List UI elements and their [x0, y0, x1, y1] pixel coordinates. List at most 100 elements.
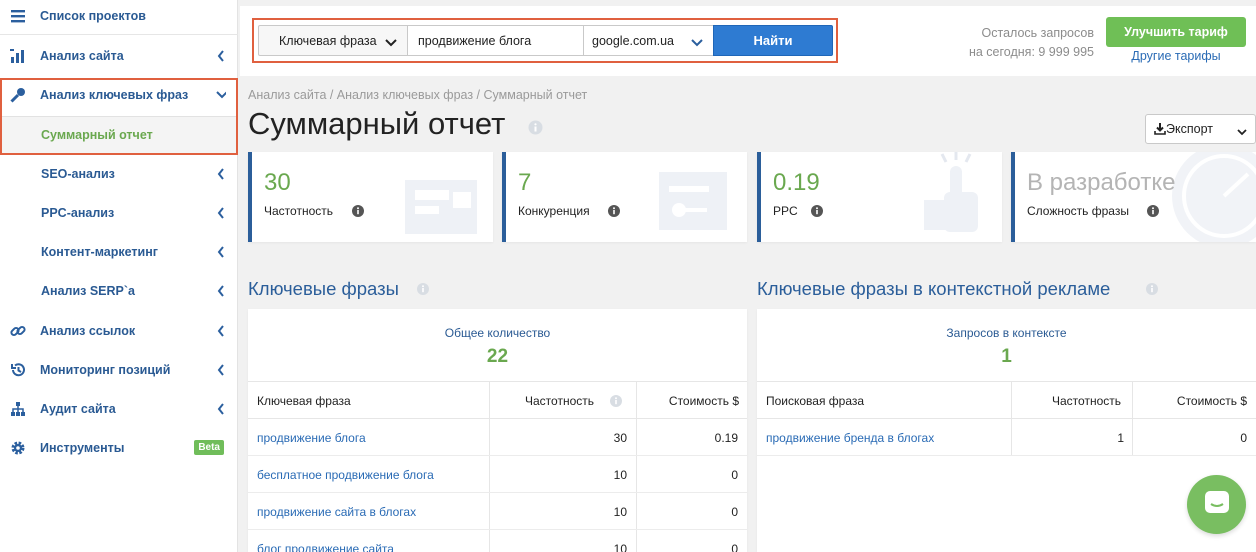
frequency-cell: 10	[613, 467, 627, 482]
column-header-cost[interactable]: Стоимость $	[669, 382, 739, 419]
gear-icon	[8, 438, 28, 458]
chevron-left-icon	[216, 167, 226, 181]
sidebar-item-label: Список проектов	[40, 8, 146, 23]
sidebar-item-label: Контент-маркетинг	[41, 244, 158, 259]
sidebar-item-label: Анализ ключевых фраз	[40, 87, 189, 102]
chevron-left-icon	[216, 49, 226, 63]
sidebar-item-position-monitoring[interactable]: Мониторинг позиций	[0, 350, 238, 389]
chat-widget-button[interactable]	[1187, 475, 1246, 534]
sidebar-item-summary-report[interactable]: Суммарный отчет	[2, 116, 236, 153]
browser-illustration-icon	[405, 180, 477, 234]
sidebar-item-label: Мониторинг позиций	[40, 362, 171, 377]
sidebar-item-ppc-analysis[interactable]: PPC-анализ	[0, 193, 238, 232]
chat-icon	[1203, 489, 1231, 520]
column-header-frequency[interactable]: Частотность	[1052, 382, 1121, 419]
upgrade-plan-button[interactable]: Улучшить тариф	[1106, 17, 1246, 47]
frequency-cell: 30	[613, 430, 627, 445]
sidebar-item-site-analysis[interactable]: Анализ сайта	[0, 36, 238, 75]
sidebar-item-projects[interactable]: Список проектов	[0, 0, 238, 35]
column-header-cost[interactable]: Стоимость $	[1177, 382, 1247, 419]
sidebar-item-seo-analysis[interactable]: SEO-анализ	[0, 154, 238, 193]
table-header: Ключевая фраза Частотность Стоимость $	[248, 381, 747, 419]
sidebar-item-content-marketing[interactable]: Контент-маркетинг	[0, 232, 238, 271]
sitemap-icon	[8, 399, 28, 419]
chevron-left-icon	[216, 284, 226, 298]
sidebar: Список проектов Анализ сайта Анализ ключ…	[0, 0, 238, 552]
table-row: продвижение бренда в блогах 1 0	[757, 419, 1256, 456]
keyword-link[interactable]: продвижение бренда в блогах	[766, 419, 934, 456]
search-engine-value: google.com.ua	[592, 33, 675, 48]
context-count-value: 1	[1001, 346, 1012, 367]
ppc-panel: Запросов в контексте 1 Поисковая фраза Ч…	[757, 309, 1256, 552]
metric-card-ppc: 0.19 PPC	[757, 152, 1002, 242]
history-icon	[8, 360, 28, 380]
cost-cell: 0	[731, 504, 738, 519]
total-count-value: 22	[486, 346, 509, 367]
info-icon[interactable]	[610, 395, 622, 410]
info-icon[interactable]	[608, 205, 620, 220]
metric-value: В разработке	[1027, 169, 1176, 196]
search-mode-select[interactable]: Ключевая фраза	[258, 25, 408, 56]
ppc-section-title: Ключевые фразы в контекстной рекламе	[757, 278, 1111, 299]
search-input[interactable]	[407, 25, 584, 56]
list-icon	[8, 6, 28, 26]
table-row: бесплатное продвижение блога 10 0	[248, 456, 747, 493]
chevron-left-icon	[216, 402, 226, 416]
key-icon	[8, 85, 28, 105]
chevron-left-icon	[216, 324, 226, 338]
sidebar-item-label: Анализ ссылок	[40, 323, 136, 338]
info-icon[interactable]	[352, 205, 364, 220]
table-row: блог продвижение сайта 10 0	[248, 530, 747, 552]
metric-value: 30	[264, 169, 291, 196]
breadcrumb: Анализ сайта / Анализ ключевых фраз / Су…	[248, 88, 588, 102]
cost-cell: 0.19	[714, 430, 738, 445]
metric-label: Частотность	[264, 204, 333, 218]
sidebar-item-label: SEO-анализ	[41, 166, 115, 181]
sidebar-item-label: Аудит сайта	[40, 401, 116, 416]
requests-left-value: на сегодня: 9 999 995	[968, 45, 1094, 59]
frequency-cell: 10	[613, 504, 627, 519]
key-illustration-icon	[659, 172, 727, 230]
column-header-search-phrase[interactable]: Поисковая фраза	[766, 382, 864, 419]
frequency-cell: 10	[613, 541, 627, 552]
chevron-left-icon	[216, 245, 226, 259]
metric-card-competition: 7 Конкуренция	[502, 152, 747, 242]
metric-label: Конкуренция	[518, 204, 590, 218]
sidebar-item-keyword-analysis[interactable]: Анализ ключевых фраз	[0, 75, 238, 114]
hand-click-illustration-icon	[924, 152, 978, 232]
info-icon[interactable]	[528, 120, 543, 138]
divider	[0, 34, 238, 35]
export-button[interactable]: Экспорт	[1145, 114, 1256, 144]
metric-value: 0.19	[773, 169, 820, 196]
sidebar-item-serp-analysis[interactable]: Анализ SERP`a	[0, 271, 238, 310]
info-icon[interactable]	[1146, 283, 1158, 298]
keyword-link[interactable]: бесплатное продвижение блога	[257, 456, 434, 493]
metric-card-frequency: 30 Частотность	[248, 152, 493, 242]
sidebar-item-link-analysis[interactable]: Анализ ссылок	[0, 311, 238, 350]
requests-left-label: Осталось запросов	[981, 26, 1094, 40]
metric-label: PPC	[773, 204, 798, 218]
chevron-down-icon	[1237, 125, 1247, 139]
column-header-frequency[interactable]: Частотность	[525, 382, 594, 419]
requests-left: Осталось запросов на сегодня: 9 999 995	[969, 24, 1094, 62]
chevron-left-icon	[216, 206, 226, 220]
keyword-link[interactable]: продвижение сайта в блогах	[257, 493, 416, 530]
keywords-section-title: Ключевые фразы	[248, 278, 399, 299]
cost-cell: 0	[1240, 430, 1247, 445]
sidebar-item-site-audit[interactable]: Аудит сайта	[0, 389, 238, 428]
info-icon[interactable]	[1147, 205, 1159, 220]
metric-label: Сложность фразы	[1027, 204, 1129, 218]
sidebar-item-label: Инструменты	[40, 440, 125, 455]
search-button[interactable]: Найти	[713, 25, 833, 56]
other-plans-link[interactable]: Другие тарифы	[1106, 49, 1246, 63]
sidebar-item-tools[interactable]: Инструменты Beta	[0, 428, 238, 467]
info-icon[interactable]	[811, 205, 823, 220]
keyword-link[interactable]: блог продвижение сайта	[257, 530, 394, 552]
search-engine-select[interactable]: google.com.ua	[583, 25, 714, 56]
keywords-panel: Общее количество 22 Ключевая фраза Часто…	[248, 309, 747, 552]
info-icon[interactable]	[417, 283, 429, 298]
table-row: продвижение сайта в блогах 10 0	[248, 493, 747, 530]
keyword-link[interactable]: продвижение блога	[257, 419, 366, 456]
column-header-keyword[interactable]: Ключевая фраза	[257, 382, 351, 419]
search-mode-value: Ключевая фраза	[279, 33, 377, 48]
